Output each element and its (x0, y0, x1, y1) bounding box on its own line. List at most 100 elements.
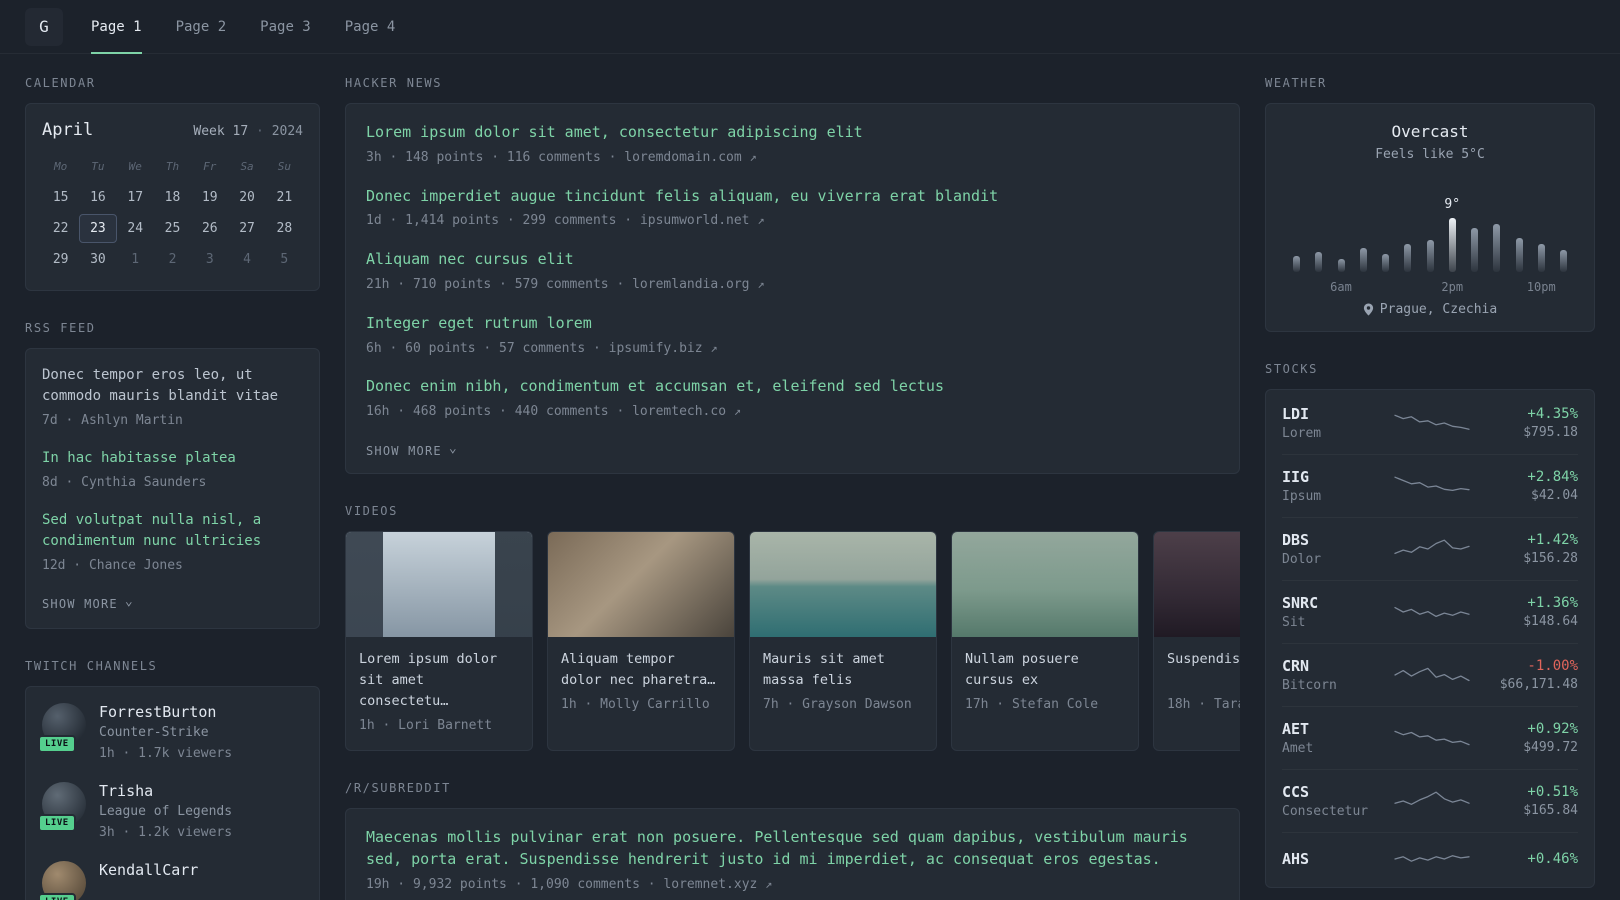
video-thumbnail[interactable] (548, 532, 734, 638)
video-card[interactable]: Lorem ipsum dolor sit amet consectetu… 1h… (345, 531, 533, 752)
hn-item-domain[interactable]: ipsumworld.net (640, 213, 757, 228)
left-column: CALENDAR April Week 17 · 2024 Mo Tu We Th Fr… (25, 76, 320, 900)
subreddit-section: /R/SUBREDDIT Maecenas mollis pulvinar er… (345, 781, 1240, 900)
stock-row[interactable]: IIG Ipsum +2.84% $42.04 (1282, 455, 1578, 518)
stock-row[interactable]: SNRC Sit +1.36% $148.64 (1282, 581, 1578, 644)
channel-meta: 1h · 1.7k viewers (99, 746, 233, 762)
app-logo[interactable]: G (25, 7, 63, 46)
hn-item-title[interactable]: Integer eget rutrum lorem (366, 313, 1219, 335)
calendar-day[interactable]: 23 (79, 214, 117, 243)
channel-name[interactable]: KendallCarr (99, 861, 198, 879)
weather-bar (1337, 259, 1345, 272)
stock-row[interactable]: DBS Dolor +1.42% $156.28 (1282, 518, 1578, 581)
calendar-day[interactable]: 16 (79, 183, 116, 212)
calendar-day[interactable]: 22 (42, 214, 79, 243)
calendar-day[interactable]: 17 (117, 183, 154, 212)
weather-bar-column (1359, 176, 1368, 272)
calendar-day[interactable]: 20 (228, 183, 265, 212)
weather-bar (1515, 238, 1523, 272)
channel-name[interactable]: Trisha (99, 782, 153, 800)
video-thumbnail[interactable] (346, 532, 532, 638)
stock-row[interactable]: AET Amet +0.92% $499.72 (1282, 707, 1578, 770)
stock-name: Consectetur (1282, 804, 1369, 819)
calendar-day[interactable]: 2 (154, 245, 191, 274)
hn-item-domain[interactable]: loremlandia.org (632, 277, 757, 292)
calendar-day-header: We (128, 160, 142, 173)
stock-sparkline (1374, 473, 1490, 499)
calendar-day[interactable]: 4 (228, 245, 265, 274)
calendar-day[interactable]: 21 (266, 183, 303, 212)
hn-item: Lorem ipsum dolor sit amet, consectetur … (366, 122, 1219, 168)
weather-bar-column (1492, 176, 1501, 272)
rss-item-title[interactable]: Donec tempor eros leo, ut commodo mauris… (42, 365, 303, 407)
rss-item-title[interactable]: Sed volutpat nulla nisl, a condimentum n… (42, 510, 303, 552)
calendar-day[interactable]: 5 (266, 245, 303, 274)
stock-symbol: CRN (1282, 657, 1310, 675)
video-meta: 1h · Lori Barnett (359, 718, 493, 734)
stock-values: +0.51% $165.84 (1490, 784, 1578, 818)
hn-item-title[interactable]: Lorem ipsum dolor sit amet, consectetur … (366, 122, 1219, 144)
weather-bar (1493, 224, 1501, 272)
calendar-day[interactable]: 30 (79, 245, 116, 274)
calendar-day[interactable]: 1 (117, 245, 154, 274)
video-card[interactable]: Mauris sit amet massa felis 7h · Grayson … (749, 531, 937, 752)
video-card[interactable]: Suspendisse diam 18h · Tara (1153, 531, 1240, 752)
calendar-day[interactable]: 19 (191, 183, 228, 212)
stock-change: +0.92% (1527, 721, 1578, 737)
calendar-day[interactable]: 28 (266, 214, 303, 243)
stock-symbol: LDI (1282, 405, 1310, 423)
live-badge: LIVE (38, 892, 76, 900)
hackernews-show-more-button[interactable]: SHOW MORE ⌄ (366, 441, 458, 459)
rss-show-more-button[interactable]: SHOW MORE ⌄ (42, 593, 134, 612)
hn-item-domain[interactable]: ipsumify.biz (609, 341, 711, 356)
hn-item-title[interactable]: Aliquam nec cursus elit (366, 249, 1219, 271)
channel-name[interactable]: ForrestBurton (99, 703, 216, 721)
stock-row[interactable]: AHS +0.46% (1282, 833, 1578, 885)
tab-page-4[interactable]: Page 4 (345, 0, 396, 53)
stock-price: $499.72 (1523, 740, 1578, 755)
video-card-body: Suspendisse diam 18h · Tara (1154, 637, 1240, 729)
video-card[interactable]: Nullam posuere cursus ex 17h · Stefan Col… (951, 531, 1139, 752)
calendar-day[interactable]: 25 (154, 214, 191, 243)
video-title[interactable]: Lorem ipsum dolor sit amet consectetu… (359, 649, 519, 712)
hn-item-domain[interactable]: loremtech.co (632, 404, 734, 419)
video-thumbnail[interactable] (750, 532, 936, 638)
calendar-day[interactable]: 3 (191, 245, 228, 274)
tab-page-2[interactable]: Page 2 (176, 0, 227, 53)
subreddit-item-domain[interactable]: loremnet.xyz (663, 877, 765, 892)
twitch-card: LIVE ForrestBurton Counter-Strike 1h · 1.7k… (25, 686, 320, 900)
calendar-day[interactable]: 26 (191, 214, 228, 243)
calendar-day[interactable]: 18 (154, 183, 191, 212)
chevron-down-icon: ⌄ (124, 593, 134, 609)
video-title[interactable]: Aliquam tempor dolor nec pharetra… (561, 649, 721, 691)
weather-bar (1426, 240, 1434, 272)
calendar-day[interactable]: 27 (228, 214, 265, 243)
stock-row[interactable]: CRN Bitcorn -1.00% $66,171.48 (1282, 644, 1578, 707)
tab-page-3[interactable]: Page 3 (260, 0, 311, 53)
hn-item-domain[interactable]: loremdomain.com (624, 150, 749, 165)
calendar-day-header: Mo (54, 160, 68, 173)
weather-condition: Overcast (1391, 122, 1469, 141)
hn-item-title[interactable]: Donec enim nibh, condimentum et accumsan… (366, 376, 1219, 398)
video-title[interactable]: Mauris sit amet massa felis (763, 649, 923, 691)
stock-change: +0.51% (1527, 784, 1578, 800)
video-thumbnail[interactable] (1154, 532, 1240, 638)
calendar-day[interactable]: 29 (42, 245, 79, 274)
subreddit-item-title[interactable]: Maecenas mollis pulvinar erat non posuer… (366, 827, 1219, 871)
subreddit-list: Maecenas mollis pulvinar erat non posuer… (366, 827, 1219, 894)
videos-section: VIDEOS Lorem ipsum dolor sit amet consec… (345, 504, 1240, 752)
video-card[interactable]: Aliquam tempor dolor nec pharetra… 1h · M… (547, 531, 735, 752)
calendar-day[interactable]: 15 (42, 183, 79, 212)
tab-page-1[interactable]: Page 1 (91, 0, 142, 54)
video-thumbnail[interactable] (952, 532, 1138, 638)
rss-card: Donec tempor eros leo, ut commodo mauris… (25, 348, 320, 630)
hn-item-title[interactable]: Donec imperdiet augue tincidunt felis al… (366, 186, 1219, 208)
rss-item: In hac habitasse platea 8d · Cynthia Saun… (42, 448, 303, 493)
video-title[interactable]: Nullam posuere cursus ex (965, 649, 1125, 691)
video-title[interactable]: Suspendisse diam (1167, 649, 1240, 691)
stock-row[interactable]: CCS Consectetur +0.51% $165.84 (1282, 770, 1578, 833)
stock-info: AHS (1282, 850, 1374, 868)
rss-item-title[interactable]: In hac habitasse platea (42, 448, 303, 469)
calendar-day[interactable]: 24 (117, 214, 154, 243)
stock-row[interactable]: LDI Lorem +4.35% $795.18 (1282, 392, 1578, 455)
